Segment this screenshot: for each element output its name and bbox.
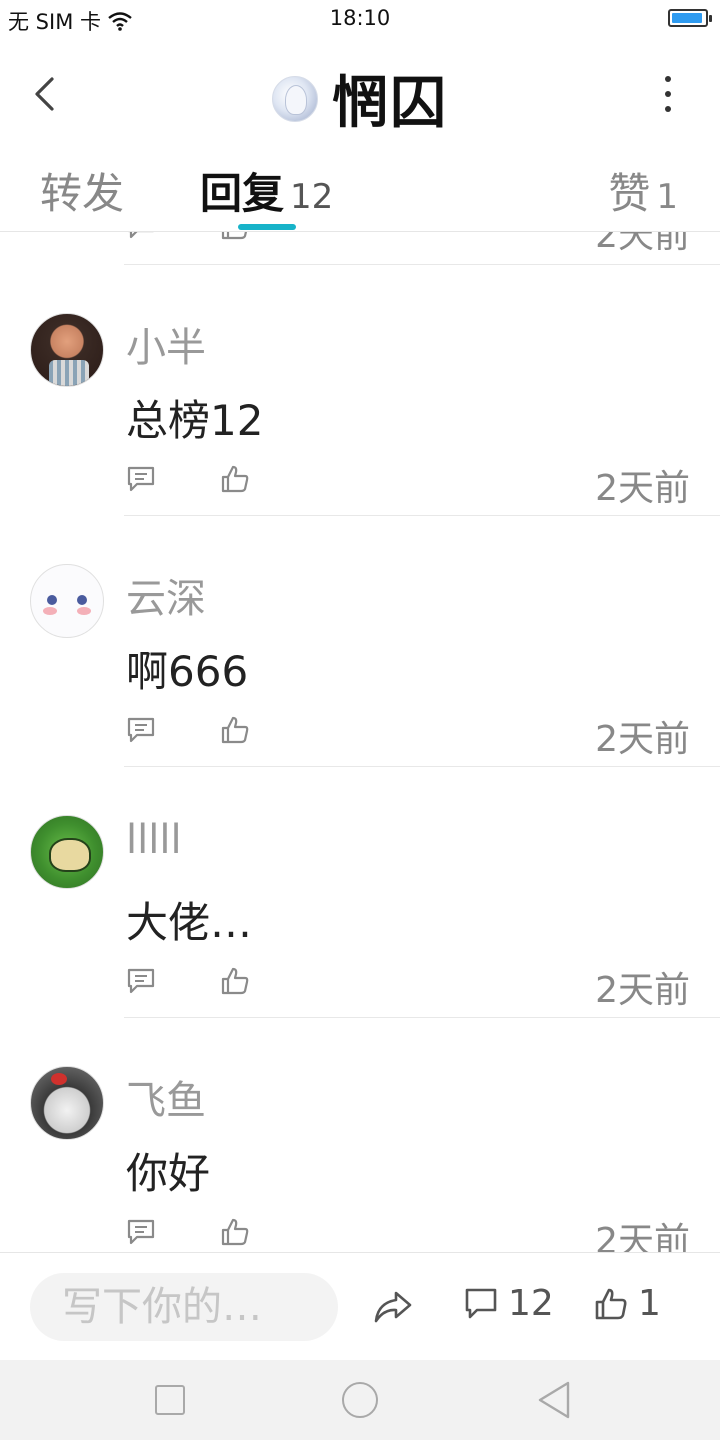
post-time: 2天前 bbox=[595, 468, 690, 509]
user-name[interactable]: lllll bbox=[126, 817, 182, 863]
like-button[interactable] bbox=[220, 1212, 254, 1252]
tab-forward[interactable]: 转发 bbox=[40, 160, 124, 221]
tab-forward-label: 转发 bbox=[40, 169, 125, 218]
tab-reply-count: 12 bbox=[290, 177, 334, 217]
user-name[interactable]: 飞鱼 bbox=[126, 1068, 206, 1126]
tab-active-indicator bbox=[238, 224, 296, 230]
thumbs-up-icon bbox=[595, 1288, 627, 1319]
avatar[interactable] bbox=[30, 313, 104, 387]
title-area[interactable]: 惘囚 bbox=[0, 58, 720, 139]
more-vertical-icon-dot bbox=[665, 91, 671, 97]
item-actions: 2天前 bbox=[0, 232, 720, 258]
post-time: 2天前 bbox=[595, 719, 690, 760]
comment-icon bbox=[127, 968, 155, 994]
more-vertical-icon-dot bbox=[665, 106, 671, 112]
tab-like-count: 1 bbox=[656, 177, 678, 217]
comment-count-button[interactable]: 12 bbox=[464, 1283, 554, 1324]
like-count-button[interactable]: 1 bbox=[594, 1283, 661, 1324]
post-time: 2天前 bbox=[595, 232, 690, 256]
comment-text: 你好 bbox=[126, 1149, 211, 1198]
header: 惘囚 bbox=[0, 40, 720, 150]
like-count: 1 bbox=[638, 1283, 661, 1324]
reply-button[interactable] bbox=[126, 232, 160, 246]
tab-reply[interactable]: 回复 12 bbox=[200, 160, 333, 221]
user-name[interactable]: 小半 bbox=[126, 315, 206, 373]
avatar[interactable] bbox=[30, 1066, 104, 1140]
comment-count: 12 bbox=[508, 1283, 554, 1324]
reply-button[interactable] bbox=[126, 1212, 160, 1252]
list-item[interactable]: 云深 啊666 2天前 bbox=[0, 516, 720, 767]
page-title: 惘囚 bbox=[332, 71, 448, 136]
reply-list[interactable]: 2天前 小半 总榜12 2天前 云深 啊666 2天前 lllll 大佬… 2天… bbox=[0, 232, 720, 1252]
tab-reply-label: 回复 bbox=[200, 169, 285, 218]
item-actions: 2天前 bbox=[0, 710, 720, 762]
comment-icon bbox=[127, 466, 155, 492]
author-avatar[interactable] bbox=[272, 75, 318, 122]
back-icon[interactable] bbox=[536, 1380, 572, 1420]
bottom-action-bar: 写下你的… 12 1 bbox=[0, 1252, 720, 1360]
recent-apps-icon[interactable] bbox=[155, 1385, 185, 1415]
like-button[interactable] bbox=[220, 961, 254, 1001]
comment-icon bbox=[127, 1219, 155, 1245]
system-nav-bar bbox=[0, 1360, 720, 1440]
item-actions: 2天前 bbox=[0, 961, 720, 1013]
thumbs-up-icon bbox=[221, 232, 248, 240]
comment-icon bbox=[128, 232, 154, 239]
battery-icon bbox=[668, 9, 712, 27]
thumbs-up-icon bbox=[221, 465, 249, 493]
share-button[interactable] bbox=[372, 1287, 414, 1327]
post-time: 2天前 bbox=[595, 970, 690, 1011]
thumbs-up-icon bbox=[221, 967, 249, 995]
status-time: 18:10 bbox=[329, 6, 391, 30]
tab-like-label: 赞 bbox=[608, 169, 651, 218]
home-icon[interactable] bbox=[342, 1382, 378, 1418]
reply-button[interactable] bbox=[126, 459, 160, 499]
item-actions: 2天前 bbox=[0, 459, 720, 511]
list-item[interactable]: 小半 总榜12 2天前 bbox=[0, 265, 720, 516]
thumbs-up-icon bbox=[221, 716, 249, 744]
reply-button[interactable] bbox=[126, 710, 160, 750]
thumbs-up-icon bbox=[221, 1218, 249, 1246]
share-arrow-icon bbox=[374, 1291, 412, 1323]
like-button[interactable] bbox=[220, 232, 254, 246]
tab-bar: 转发 回复 12 赞 1 bbox=[0, 150, 720, 232]
comment-icon bbox=[127, 717, 155, 743]
avatar[interactable] bbox=[30, 564, 104, 638]
tab-like[interactable]: 赞 1 bbox=[608, 160, 678, 221]
item-actions: 2天前 bbox=[0, 1212, 720, 1252]
comment-icon bbox=[465, 1288, 497, 1318]
compose-input[interactable]: 写下你的… bbox=[30, 1273, 338, 1341]
like-button[interactable] bbox=[220, 710, 254, 750]
comment-text: 总榜12 bbox=[126, 396, 264, 445]
user-name[interactable]: 云深 bbox=[126, 566, 206, 624]
post-time: 2天前 bbox=[595, 1221, 690, 1252]
comment-text: 大佬… bbox=[126, 898, 253, 947]
like-button[interactable] bbox=[220, 459, 254, 499]
status-bar: 无 SIM 卡 18:10 bbox=[0, 0, 720, 40]
list-item-partial: 2天前 bbox=[0, 232, 720, 264]
more-vertical-icon-dot bbox=[665, 76, 671, 82]
more-button[interactable] bbox=[656, 76, 680, 112]
avatar[interactable] bbox=[30, 815, 104, 889]
reply-button[interactable] bbox=[126, 961, 160, 1001]
comment-text: 啊666 bbox=[126, 647, 249, 696]
list-item[interactable]: lllll 大佬… 2天前 bbox=[0, 767, 720, 1018]
list-item[interactable]: 飞鱼 你好 2天前 bbox=[0, 1018, 720, 1252]
